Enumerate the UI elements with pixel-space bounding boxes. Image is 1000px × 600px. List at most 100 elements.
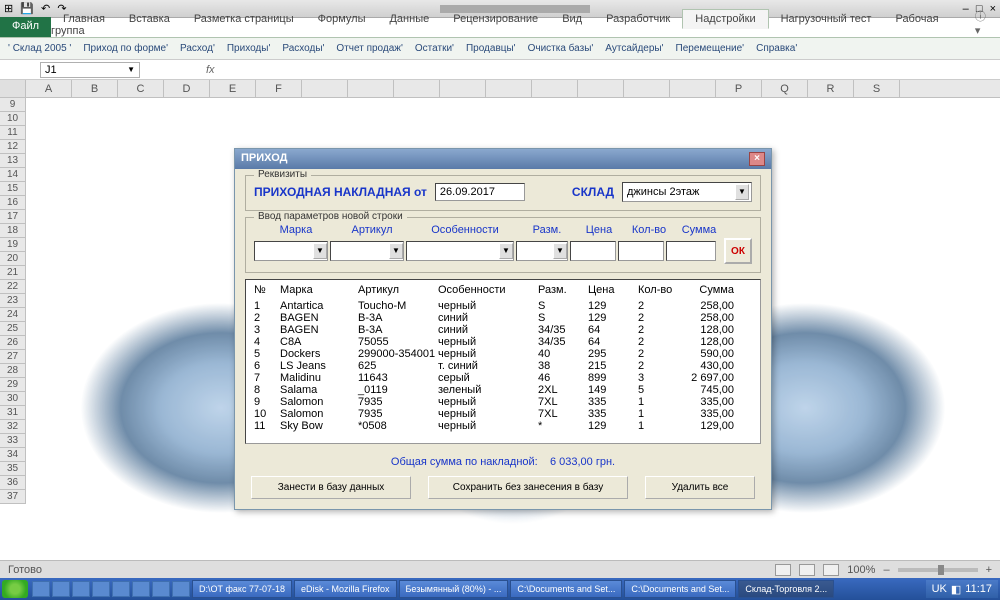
addin-menu-item[interactable]: Отчет продаж': [336, 43, 402, 54]
artikul-combo[interactable]: ▼: [330, 241, 404, 261]
column-header[interactable]: Q: [762, 80, 808, 97]
column-header[interactable]: P: [716, 80, 762, 97]
worksheet-grid[interactable]: ABCDEFPQRS 91011121314151617181920212223…: [0, 80, 1000, 560]
row-header[interactable]: 30: [0, 392, 26, 406]
table-row[interactable]: 3BAGENB-3Aсиний34/35642128,00: [254, 324, 752, 336]
view-layout-button[interactable]: [799, 564, 815, 576]
tray-lang[interactable]: UK: [932, 583, 947, 595]
table-row[interactable]: 7Malidinu11643серый4689932 697,00: [254, 372, 752, 384]
row-header[interactable]: 33: [0, 434, 26, 448]
column-header[interactable]: S: [854, 80, 900, 97]
row-header[interactable]: 15: [0, 182, 26, 196]
row-header[interactable]: 22: [0, 280, 26, 294]
ribbon-tab[interactable]: Надстройки: [682, 9, 768, 29]
ribbon-tab[interactable]: Рецензирование: [441, 10, 550, 28]
addin-menu-item[interactable]: Расходы': [282, 43, 324, 54]
row-header[interactable]: 18: [0, 224, 26, 238]
kolvo-input[interactable]: [618, 241, 664, 261]
row-header[interactable]: 29: [0, 378, 26, 392]
row-header[interactable]: 16: [0, 196, 26, 210]
ribbon-tab[interactable]: Формулы: [306, 10, 378, 28]
dialog-titlebar[interactable]: ПРИХОД ×: [235, 149, 771, 169]
ribbon-tab[interactable]: Данные: [377, 10, 441, 28]
row-header[interactable]: 10: [0, 112, 26, 126]
addin-menu-item[interactable]: Справка': [756, 43, 797, 54]
quicklaunch-icon[interactable]: [92, 581, 110, 597]
zoom-out-button[interactable]: –: [883, 564, 889, 576]
column-header[interactable]: [670, 80, 716, 97]
table-row[interactable]: 4C8A75055черный34/35642128,00: [254, 336, 752, 348]
table-row[interactable]: 2BAGENB-3AсинийS1292258,00: [254, 312, 752, 324]
column-header[interactable]: [440, 80, 486, 97]
addin-menu-item[interactable]: Приход по форме': [83, 43, 168, 54]
taskbar-button[interactable]: eDisk - Mozilla Firefox: [294, 580, 397, 598]
column-header[interactable]: [302, 80, 348, 97]
table-row[interactable]: 8Salama_0119зеленый2XL1495745,00: [254, 384, 752, 396]
row-header[interactable]: 26: [0, 336, 26, 350]
summa-input[interactable]: [666, 241, 716, 261]
row-header[interactable]: 24: [0, 308, 26, 322]
quicklaunch-icon[interactable]: [52, 581, 70, 597]
column-header[interactable]: [394, 80, 440, 97]
column-header[interactable]: C: [118, 80, 164, 97]
column-header[interactable]: D: [164, 80, 210, 97]
taskbar-button[interactable]: Безымянный (80%) - ...: [399, 580, 509, 598]
save-to-db-button[interactable]: Занести в базу данных: [251, 476, 411, 499]
ribbon-tab[interactable]: Вид: [550, 10, 594, 28]
row-header[interactable]: 32: [0, 420, 26, 434]
items-table[interactable]: № Марка Артикул Особенности Разм. Цена К…: [245, 279, 761, 444]
name-box[interactable]: J1▼: [40, 62, 140, 78]
row-header[interactable]: 31: [0, 406, 26, 420]
addin-menu-item[interactable]: Остатки': [415, 43, 454, 54]
save-icon[interactable]: 💾: [20, 3, 34, 15]
row-header[interactable]: 14: [0, 168, 26, 182]
ok-button[interactable]: ОК: [724, 238, 752, 264]
ribbon-tab[interactable]: Вставка: [117, 10, 182, 28]
column-header[interactable]: [624, 80, 670, 97]
delete-all-button[interactable]: Удалить все: [645, 476, 755, 499]
row-header[interactable]: 20: [0, 252, 26, 266]
column-header[interactable]: F: [256, 80, 302, 97]
taskbar-button[interactable]: C:\Documents and Set...: [624, 580, 736, 598]
file-tab[interactable]: Файл: [0, 17, 51, 37]
row-header[interactable]: 12: [0, 140, 26, 154]
addin-menu-item[interactable]: Аутсайдеры': [605, 43, 663, 54]
zoom-level[interactable]: 100%: [847, 564, 875, 576]
ribbon-tab[interactable]: Разработчик: [594, 10, 682, 28]
undo-icon[interactable]: ↶: [41, 3, 50, 15]
select-all-corner[interactable]: [0, 80, 26, 97]
system-tray[interactable]: UK ◧ 11:17: [926, 580, 998, 598]
taskbar-button[interactable]: C:\Documents and Set...: [510, 580, 622, 598]
column-header[interactable]: B: [72, 80, 118, 97]
row-header[interactable]: 28: [0, 364, 26, 378]
osob-combo[interactable]: ▼: [406, 241, 514, 261]
table-row[interactable]: 9Salomon7935черный7XL3351335,00: [254, 396, 752, 408]
quicklaunch-icon[interactable]: [172, 581, 190, 597]
row-header[interactable]: 23: [0, 294, 26, 308]
row-header[interactable]: 35: [0, 462, 26, 476]
tray-icon[interactable]: ◧: [951, 583, 961, 596]
marka-combo[interactable]: ▼: [254, 241, 328, 261]
addin-menu-item[interactable]: Расход': [180, 43, 215, 54]
quicklaunch-icon[interactable]: [152, 581, 170, 597]
addin-menu-item[interactable]: Очистка базы': [528, 43, 594, 54]
zoom-slider[interactable]: [898, 568, 978, 572]
taskbar-button[interactable]: D:\ОТ факс 77-07-18: [192, 580, 292, 598]
cena-input[interactable]: [570, 241, 616, 261]
row-header[interactable]: 37: [0, 490, 26, 504]
ribbon-help-icon[interactable]: ⓘ ▾: [969, 8, 1000, 37]
start-button[interactable]: [2, 580, 28, 598]
ribbon-tab[interactable]: Нагрузочный тест: [769, 10, 884, 28]
table-row[interactable]: 1AntarticaToucho-MчерныйS1292258,00: [254, 300, 752, 312]
taskbar-button[interactable]: Склад-Торговля 2...: [738, 580, 834, 598]
date-input[interactable]: [435, 183, 525, 201]
zoom-in-button[interactable]: +: [986, 564, 992, 576]
quicklaunch-icon[interactable]: [72, 581, 90, 597]
row-header[interactable]: 36: [0, 476, 26, 490]
quicklaunch-icon[interactable]: [32, 581, 50, 597]
fx-icon[interactable]: fx: [206, 64, 215, 76]
chevron-down-icon[interactable]: ▼: [127, 65, 135, 74]
table-row[interactable]: 5Dockers299000-354001черный402952590,00: [254, 348, 752, 360]
row-header[interactable]: 11: [0, 126, 26, 140]
quicklaunch-icon[interactable]: [112, 581, 130, 597]
